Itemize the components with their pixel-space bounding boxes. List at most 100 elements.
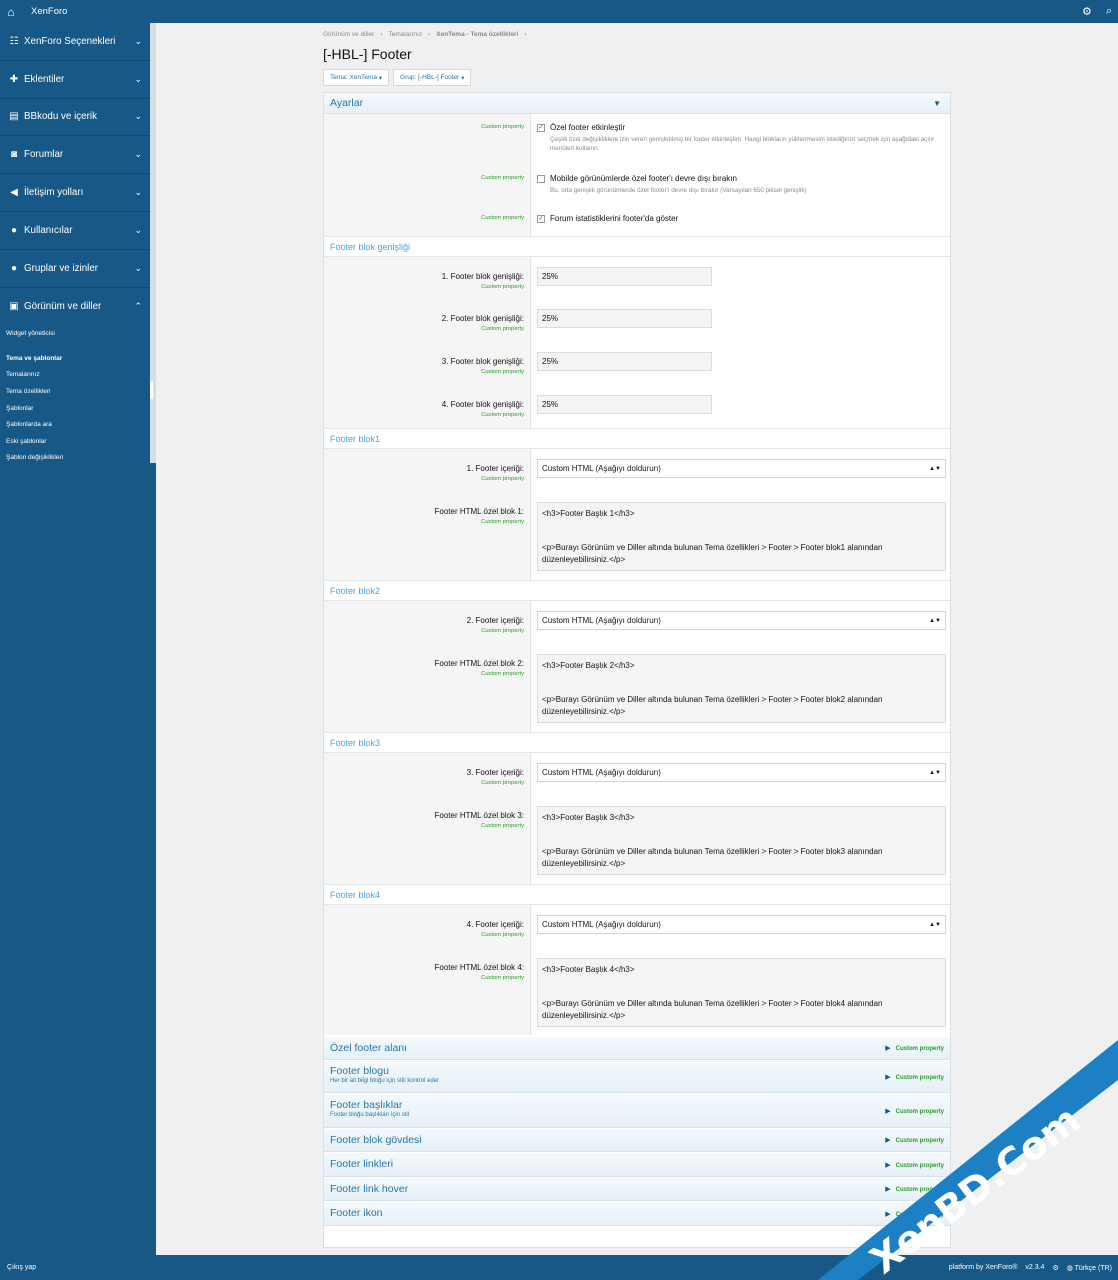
checkbox-checked[interactable]: ✓	[537, 124, 545, 132]
sidebar-link-theme-properties[interactable]: Tema özellikleri	[6, 383, 150, 400]
width-input-4[interactable]: 25%	[537, 395, 712, 414]
checkbox-checked[interactable]: ✓	[537, 215, 545, 223]
brand-link[interactable]: XenForo	[31, 6, 67, 17]
image-icon: ▣	[9, 300, 19, 312]
collapsed-section-custom-area[interactable]: Özel footer alanı ▶ Custom property	[324, 1036, 950, 1060]
width-input-3[interactable]: 25%	[537, 352, 712, 371]
collapsed-section-footer-icon[interactable]: Footer ikon ▶ Custom property	[324, 1201, 950, 1226]
settings-block: Custom property ✓ Özel footer etkinleşti…	[324, 114, 950, 236]
content-label: 4. Footer içeriği: Custom property	[466, 920, 524, 938]
block3-html-textarea[interactable]: <h3>Footer Başlık 3</h3> <p>Burayı Görünü…	[537, 806, 946, 875]
sidebar-item-groups[interactable]: ● Gruplar ve izinler ⌄	[0, 250, 150, 288]
caret-right-icon: ▶	[885, 1073, 891, 1081]
sidebar-item-label: Kullanıcılar	[24, 224, 73, 236]
sidebar: ☷ XenForo Seçenekleri ⌄ ✚ Eklentiler ⌄ ▤ BBko…	[0, 23, 150, 463]
platform-credit[interactable]: platform by XenForo®	[949, 1264, 1018, 1271]
globe-icon: ◍	[1066, 1264, 1073, 1272]
sidebar-item-label: Eklentiler	[24, 73, 65, 85]
width-label: 2. Footer blok genişliği: Custom property	[441, 314, 524, 332]
sidebar-item-bbcode[interactable]: ▤ BBkodu ve içerik ⌄	[0, 99, 150, 137]
html-label: Footer HTML özel blok 3: Custom property	[434, 811, 524, 829]
block2-section-header: Footer blok2	[324, 580, 950, 601]
collapsed-section-footer-block[interactable]: Footer blogu Her bir alt bilgi bloğu içi…	[324, 1060, 950, 1093]
sidebar-item-label: XenForo Seçenekleri	[24, 35, 116, 47]
sidebar-item-label: Görünüm ve diller	[24, 300, 102, 312]
sidebar-link-outdated-templates[interactable]: Eski şablonlar	[6, 433, 150, 450]
breadcrumb: Görünüm ve diller › Temalarınız › XenTema …	[323, 30, 527, 38]
top-bar: ⌂ XenForo ⚙ ⌕	[0, 0, 1118, 23]
disable-mobile-footer-checkbox[interactable]: Mobilde görünümlerde özel footer'ı devre…	[537, 174, 945, 195]
settings-icon[interactable]: ⚙	[1082, 5, 1092, 18]
sidebar-link-templates[interactable]: Şablonlar	[6, 400, 150, 417]
sidebar-item-label: Gruplar ve izinler	[24, 262, 99, 274]
sidebar-item-forums[interactable]: ◙ Forumlar ⌄	[0, 136, 150, 175]
sidebar-item-addons[interactable]: ✚ Eklentiler ⌄	[0, 61, 150, 99]
collapsed-section-footer-headings[interactable]: Footer başlıklar Footer bloğu başlıkları…	[324, 1093, 950, 1128]
select-arrows-icon: ▲▼	[929, 465, 941, 472]
chevron-down-icon: ⌄	[134, 187, 142, 198]
breadcrumb-item[interactable]: XenTema - Tema özellikleri	[436, 31, 518, 38]
block3-content-select[interactable]: Custom HTML (Aşağıyı doldurun) ▲▼	[537, 763, 946, 782]
block1-section-header: Footer blok1	[324, 428, 950, 449]
home-icon[interactable]: ⌂	[0, 5, 22, 19]
width-input-2[interactable]: 25%	[537, 309, 712, 328]
content-label: 3. Footer içeriği: Custom property	[466, 768, 524, 786]
caret-right-icon: ▶	[885, 1137, 891, 1144]
language-chooser[interactable]: ◍ Türkçe (TR)	[1067, 1264, 1112, 1272]
sidebar-item-appearance[interactable]: ▣ Görünüm ve diller ⌃	[0, 288, 150, 326]
comments-icon: ◙	[10, 149, 18, 161]
custom-property-hint: Custom property	[481, 215, 524, 221]
collapsed-section-footer-body[interactable]: Footer blok gövdesi ▶ Custom property	[324, 1128, 950, 1152]
block4-block: 4. Footer içeriği: Custom property Custom…	[324, 905, 950, 1035]
block1-content-select[interactable]: Custom HTML (Aşağıyı doldurun) ▲▼	[537, 459, 946, 478]
block2-block: 2. Footer içeriği: Custom property Custom…	[324, 601, 950, 732]
sidebar-item-options[interactable]: ☷ XenForo Seçenekleri ⌄	[0, 23, 150, 61]
caret-right-icon: ▶	[885, 1186, 891, 1193]
chevron-up-icon: ⌃	[134, 300, 142, 311]
breadcrumb-item[interactable]: Temalarınız	[388, 31, 422, 38]
sliders-icon: ☷	[9, 35, 19, 47]
active-marker	[150, 381, 153, 399]
block2-content-select[interactable]: Custom HTML (Aşağıyı doldurun) ▲▼	[537, 611, 946, 630]
settings-section-header[interactable]: Ayarlar ▼	[324, 93, 950, 114]
block4-content-select[interactable]: Custom HTML (Aşağıyı doldurun) ▲▼	[537, 915, 946, 934]
select-arrows-icon: ▲▼	[929, 921, 941, 928]
breadcrumb-item[interactable]: Görünüm ve diller	[323, 31, 374, 38]
sidebar-link-themes[interactable]: Temalarınız	[6, 367, 150, 384]
search-icon[interactable]: ⌕	[1106, 5, 1112, 18]
collapsed-section-footer-links[interactable]: Footer linkleri ▶ Custom property	[324, 1152, 950, 1177]
main-header: Görünüm ve diller › Temalarınız › XenTema …	[323, 28, 951, 86]
html-label: Footer HTML özel blok 2: Custom property	[434, 659, 524, 677]
sidebar-link-widgets[interactable]: Widget yöneticisi	[6, 325, 150, 342]
collapsed-section-footer-link-hover[interactable]: Footer link hover ▶ Custom property	[324, 1177, 950, 1201]
sidebar-item-label: İletişim yolları	[24, 187, 84, 199]
block1-html-textarea[interactable]: <h3>Footer Başlık 1</h3> <p>Burayı Görünü…	[537, 502, 946, 571]
caret-right-icon: ▶	[885, 1210, 891, 1218]
show-stats-checkbox[interactable]: ✓ Forum istatistiklerini footer'da göste…	[537, 214, 678, 223]
sidebar-scrollbar[interactable]	[150, 23, 156, 463]
sidebar-item-label: Forumlar	[24, 149, 64, 161]
block4-html-textarea[interactable]: <h3>Footer Başlık 4</h3> <p>Burayı Görünü…	[537, 958, 946, 1027]
enable-footer-checkbox[interactable]: ✓ Özel footer etkinleştir Çeşitli özel de…	[537, 123, 945, 154]
sidebar-group-heading: Tema ve şablonlar	[6, 354, 63, 362]
select-arrows-icon: ▲▼	[929, 769, 941, 776]
block2-html-textarea[interactable]: <h3>Footer Başlık 2</h3> <p>Burayı Görünü…	[537, 654, 946, 723]
sidebar-item-communication[interactable]: ◀ İletişim yolları ⌄	[0, 174, 150, 212]
sidebar-link-search-templates[interactable]: Şablonlarda ara	[6, 416, 150, 433]
logout-link[interactable]: Çıkış yap	[7, 1264, 36, 1271]
gear-icon[interactable]: ⚙	[1052, 1264, 1058, 1272]
width-input-1[interactable]: 25%	[537, 267, 712, 286]
bullhorn-icon: ◀	[10, 187, 18, 199]
checkbox-unchecked[interactable]	[537, 175, 545, 183]
theme-filter-dropdown[interactable]: Tema: XenTema ▾	[323, 69, 390, 86]
sidebar-item-users[interactable]: ● Kullanıcılar ⌄	[0, 212, 150, 250]
caret-right-icon: ▶	[885, 1107, 891, 1115]
caret-down-icon: ▼	[933, 98, 941, 108]
chevron-down-icon: ⌄	[134, 262, 142, 273]
width-label: 1. Footer blok genişliği: Custom property	[441, 272, 524, 290]
properties-panel: Ayarlar ▼ Custom property ✓ Özel footer e…	[323, 92, 951, 1248]
group-filter-dropdown[interactable]: Grup: [-HBL-] Footer ▾	[393, 69, 472, 86]
chevron-down-icon: ⌄	[134, 73, 142, 84]
chevron-down-icon: ⌄	[134, 149, 142, 160]
width-label: 4. Footer blok genişliği: Custom property	[441, 400, 524, 418]
